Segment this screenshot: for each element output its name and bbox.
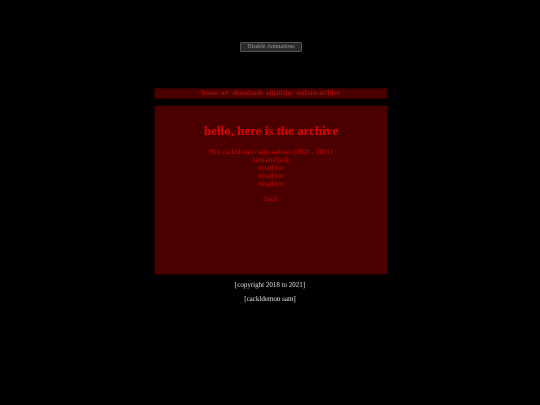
nav-link-home[interactable]: home	[202, 89, 218, 97]
author-text: [cackldemon sam]	[244, 295, 296, 303]
archive-link-email-me-3[interactable]: email me	[155, 180, 387, 188]
disable-animations-button[interactable]: Disable Animations	[240, 42, 302, 52]
archive-link-email-me-2[interactable]: email me	[155, 172, 387, 180]
archive-panel: hello, here is the archive 90's cackldem…	[154, 105, 388, 275]
copyright-text: [copyright 2018 to 2021]	[234, 281, 306, 289]
nav-link-website-archive[interactable]: website archive	[296, 89, 340, 97]
archive-link-email-me-1[interactable]: email me	[155, 164, 387, 172]
nav-link-art[interactable]: art	[221, 89, 228, 97]
archive-links: 90's cackldemon sam website (2020 - 2021…	[155, 148, 387, 203]
page-title: hello, here is the archive	[203, 123, 339, 138]
nav-link-downloads[interactable]: downloads	[233, 89, 263, 97]
nav-link-email-me[interactable]: email me	[267, 89, 293, 97]
nav-bar: home art downloads email me website arch…	[154, 88, 388, 99]
archive-link-sam-and-jack[interactable]: sam and jack	[155, 156, 387, 164]
back-link[interactable]: back	[155, 195, 387, 203]
archive-link-90s-website[interactable]: 90's cackldemon sam website (2020 - 2021…	[155, 148, 387, 156]
